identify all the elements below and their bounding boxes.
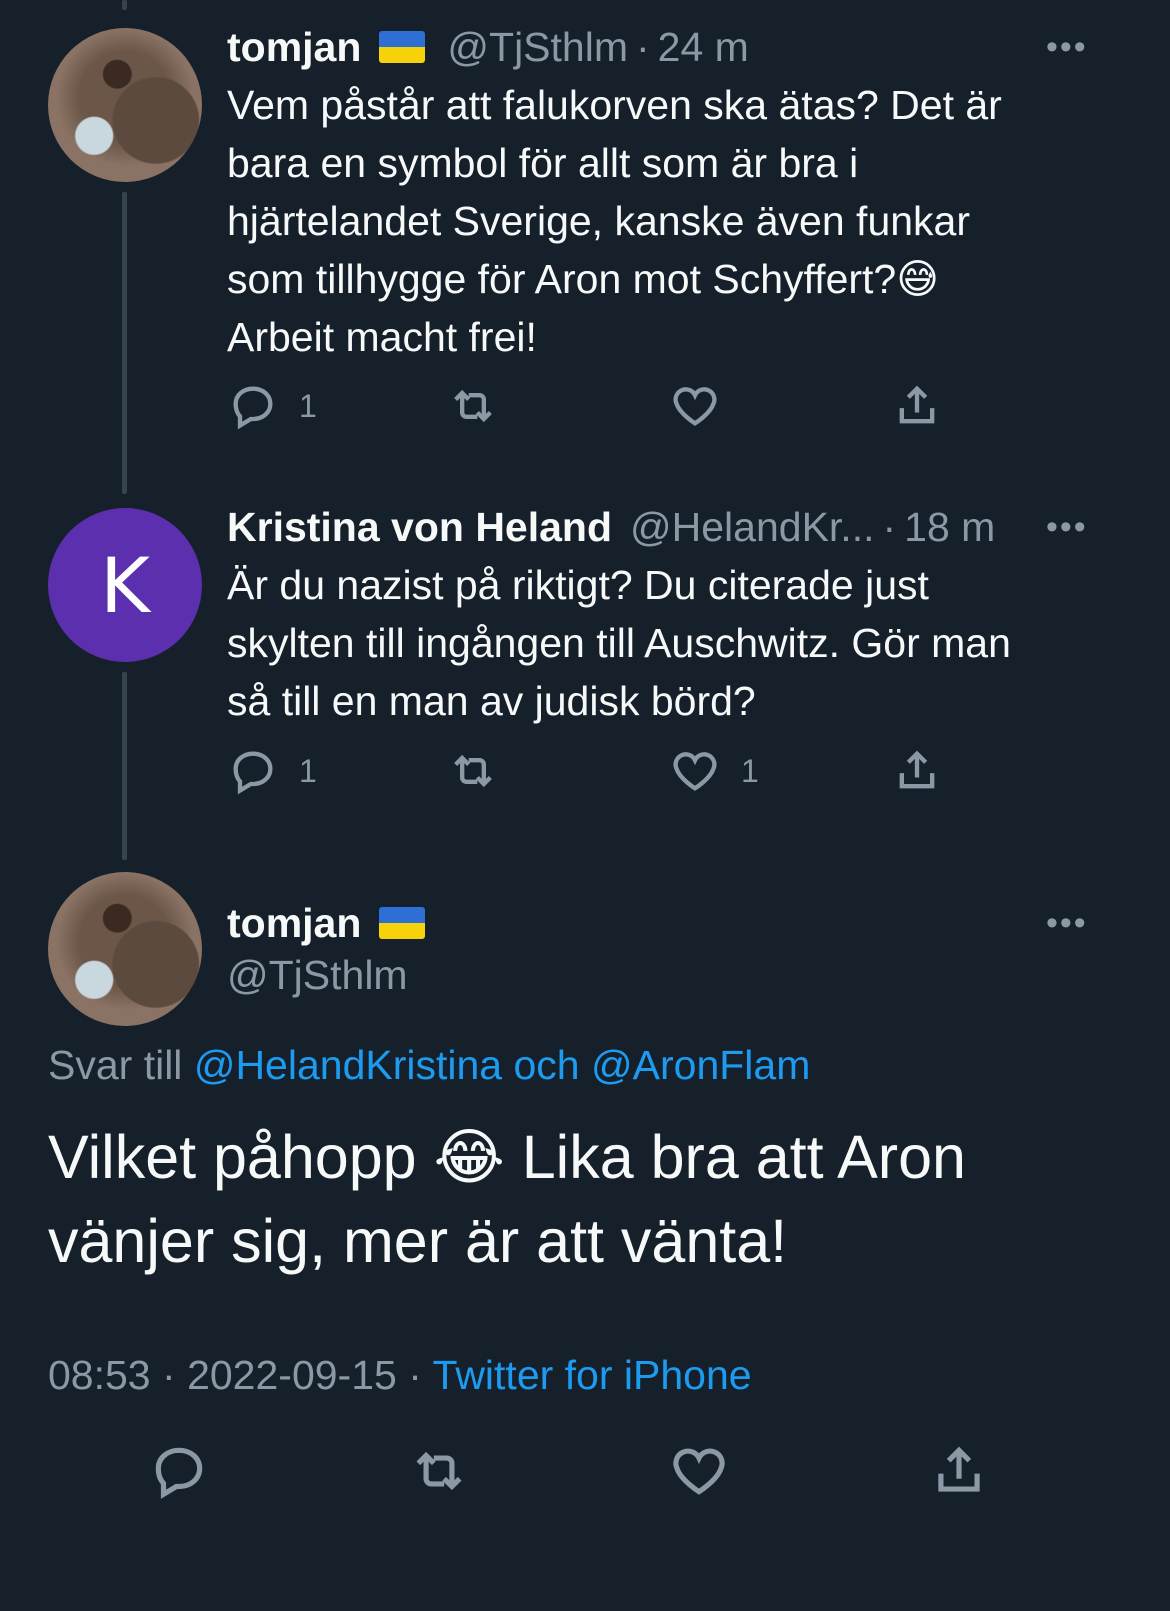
reply-prefix: Svar till — [48, 1042, 183, 1088]
thread-line-top — [122, 0, 127, 10]
author-name[interactable]: tomjan — [227, 24, 361, 71]
retweet-icon — [454, 754, 492, 788]
text-line: skylten till ingången till Auschwitz. Gö… — [227, 620, 1011, 666]
tweet1-header: tomjan @TjSthlm · 24 m — [227, 22, 749, 72]
main-author-name-row: tomjan — [227, 898, 447, 948]
reply-icon — [233, 386, 273, 430]
more-icon[interactable]: ••• — [1046, 28, 1088, 67]
text-line: Arbeit macht frei! — [227, 314, 537, 360]
retweet-button[interactable] — [408, 1440, 470, 1502]
thread-line-1 — [122, 192, 127, 494]
main-tweet-actions — [0, 1440, 1170, 1520]
tweet-meta: 08:53 · 2022-09-15 · Twitter for iPhone — [48, 1352, 752, 1399]
reply-icon — [233, 751, 273, 795]
separator-dot: · — [635, 23, 650, 70]
share-button[interactable] — [891, 745, 943, 797]
reply-icon — [155, 1447, 203, 1499]
retweet-button[interactable] — [447, 745, 499, 797]
tweet1-text: Vem påstår att falukorven ska ätas? Det … — [227, 76, 1107, 366]
main-author-handle-row: @TjSthlm — [227, 950, 408, 1000]
text-line: bara en symbol för allt som är bra i — [227, 140, 859, 186]
tweet-time[interactable]: 18 m — [904, 504, 995, 551]
retweet-icon — [454, 389, 492, 423]
reply-button[interactable]: 1 — [227, 745, 317, 797]
retweet-icon — [416, 1451, 462, 1491]
separator-dot: · — [162, 1352, 176, 1398]
text-line: Vem påstår att falukorven ska ätas? Det … — [227, 82, 1002, 128]
like-button[interactable] — [668, 1440, 730, 1502]
author-name[interactable]: tomjan — [227, 900, 361, 947]
more-icon[interactable]: ••• — [1046, 508, 1088, 547]
avatar-tomjan[interactable] — [48, 872, 202, 1026]
text-line: Är du nazist på riktigt? Du citerade jus… — [227, 562, 929, 608]
share-button[interactable] — [928, 1440, 990, 1502]
reply-button[interactable]: 1 — [227, 380, 317, 432]
tweet1-actions: 1 — [227, 380, 987, 436]
avatar-tomjan[interactable] — [48, 28, 202, 182]
separator-dot: · — [882, 503, 897, 550]
reply-context: Svar till @HelandKristina och @AronFlam — [48, 1042, 810, 1089]
like-icon — [673, 1448, 725, 1495]
tweet2-text: Är du nazist på riktigt? Du citerade jus… — [227, 556, 1107, 730]
text-line: så till en man av judisk börd? — [227, 678, 756, 724]
flag-ukraine-icon — [379, 31, 426, 63]
author-name[interactable]: Kristina von Heland — [227, 504, 612, 551]
reply-count: 1 — [299, 387, 317, 424]
text-line: Vilket påhopp 😂 Lika bra att Aron — [48, 1123, 966, 1191]
like-icon — [673, 387, 717, 426]
author-handle[interactable]: @TjSthlm — [447, 24, 628, 71]
tweet-source[interactable]: Twitter for iPhone — [433, 1352, 752, 1398]
avatar-letter: K — [100, 540, 150, 630]
text-line: som tillhygge för Aron mot Schyffert?😅 — [227, 256, 939, 302]
like-button[interactable] — [669, 380, 721, 432]
tweet-date[interactable]: 2022-09-15 — [187, 1352, 397, 1398]
thread-line-2 — [122, 672, 127, 860]
tweet2-header: Kristina von Heland @HelandKr... · 18 m — [227, 502, 995, 552]
share-button[interactable] — [891, 380, 943, 432]
reply-count: 1 — [299, 752, 317, 789]
share-icon — [938, 1446, 980, 1492]
share-icon — [899, 750, 935, 789]
retweet-button[interactable] — [447, 380, 499, 432]
tweet2-actions: 1 1 — [227, 745, 987, 801]
reply-user-link[interactable]: @AronFlam — [591, 1042, 810, 1088]
tweet-time[interactable]: 08:53 — [48, 1352, 151, 1398]
text-line: hjärtelandet Sverige, kanske även funkar — [227, 198, 971, 244]
flag-ukraine-icon — [379, 907, 426, 939]
reply-user-link[interactable]: @HelandKristina — [194, 1042, 502, 1088]
like-button[interactable]: 1 — [669, 745, 759, 797]
tweet-time[interactable]: 24 m — [658, 24, 749, 71]
main-tweet-text: Vilket påhopp 😂 Lika bra att Aron vänjer… — [48, 1115, 1128, 1283]
like-count: 1 — [741, 752, 759, 789]
author-handle[interactable]: @TjSthlm — [227, 952, 408, 999]
reply-and[interactable]: och — [514, 1042, 580, 1088]
share-icon — [899, 385, 935, 424]
author-handle[interactable]: @HelandKr... — [630, 504, 874, 551]
separator-dot: · — [408, 1352, 422, 1398]
reply-button[interactable] — [148, 1440, 210, 1502]
more-icon[interactable]: ••• — [1046, 904, 1088, 943]
avatar-kristina[interactable]: K — [48, 508, 202, 662]
like-icon — [673, 752, 717, 791]
text-line: vänjer sig, mer är att vänta! — [48, 1207, 788, 1275]
